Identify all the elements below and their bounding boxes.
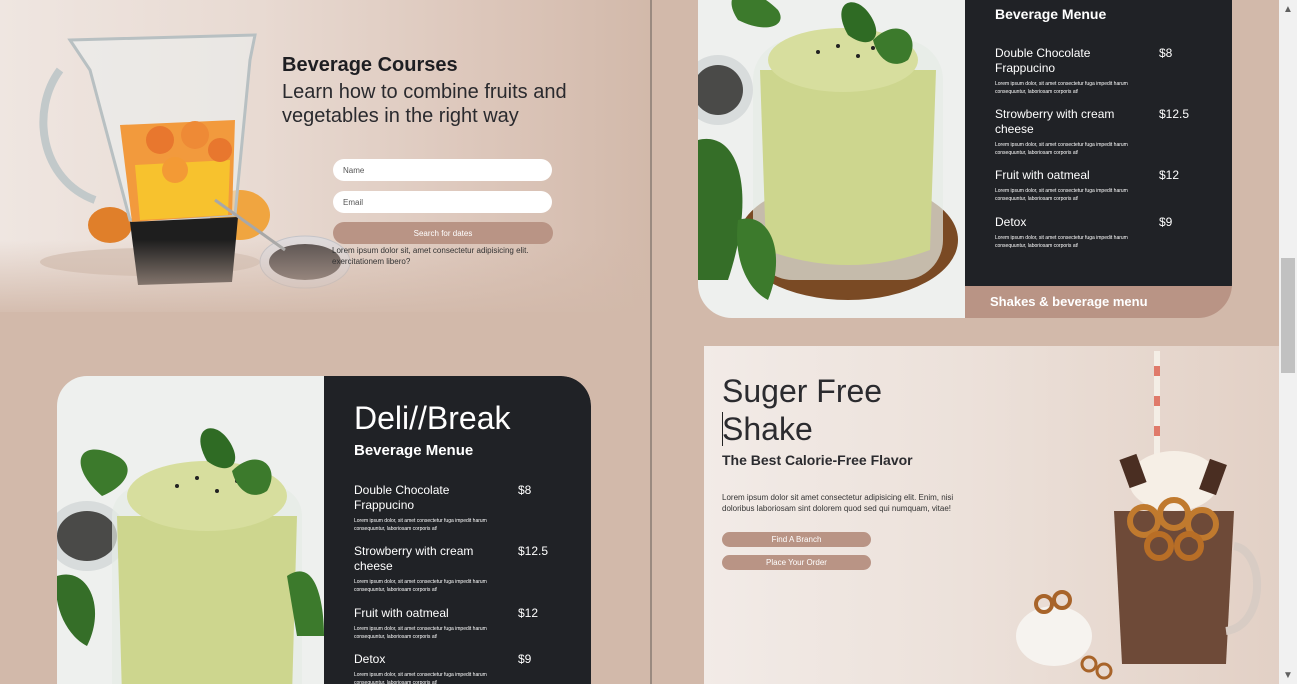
menu-heading: Beverage Menue bbox=[995, 6, 1107, 22]
menu-item: Detox $9 Lorem ipsum dolor, sit amet con… bbox=[995, 215, 1172, 250]
email-input[interactable] bbox=[333, 191, 552, 213]
menu-item-desc: Lorem ipsum dolor, sit amet consectetur … bbox=[354, 579, 487, 593]
menu-item-name: Fruit with oatmeal bbox=[354, 606, 449, 620]
shake-description: Lorem ipsum dolor sit amet consectetur a… bbox=[722, 493, 954, 513]
menu-item-price: $12 bbox=[518, 606, 539, 620]
menu-list-right: Double Chocolate Frappucino $8 Lorem ips… bbox=[995, 46, 1189, 250]
left-panel: Beverage Courses Learn how to combine fr… bbox=[0, 0, 650, 684]
name-input[interactable] bbox=[333, 159, 552, 181]
menu-item-desc: Lorem ipsum dolor, sit amet consectetur … bbox=[354, 518, 487, 532]
menu-panel-left: Deli//Break Beverage Menue Double Chocol… bbox=[324, 376, 591, 684]
menu-item-price: $8 bbox=[518, 483, 532, 497]
menu-card-right: Beverage Menue Double Chocolate Frappuci… bbox=[698, 0, 1232, 318]
scroll-thumb[interactable] bbox=[1281, 258, 1295, 373]
menu-item-desc: Lorem ipsum dolor, sit amet consectetur … bbox=[995, 235, 1128, 249]
menu-footer-bar: Shakes & beverage menu bbox=[965, 286, 1232, 318]
menu-item-price: $8 bbox=[1159, 46, 1173, 60]
page-root: Beverage Courses Learn how to combine fr… bbox=[0, 0, 1297, 684]
shake-subtitle: The Best Calorie-Free Flavor bbox=[722, 452, 913, 468]
menu-item: Double Chocolate Frappucino $8 Lorem ips… bbox=[995, 46, 1172, 107]
menu-item: Detox $9 Lorem ipsum dolor, sit amet con… bbox=[354, 652, 531, 684]
menu-item-name: Detox bbox=[354, 652, 386, 666]
scrollbar[interactable]: ▲ ▼ bbox=[1279, 0, 1297, 684]
right-panel: Beverage Menue Double Chocolate Frappuci… bbox=[652, 0, 1297, 684]
menu-item-desc: Lorem ipsum dolor, sit amet consectetur … bbox=[995, 188, 1128, 202]
menu-item: Strowberry with cream cheese $12.5 Lorem… bbox=[995, 107, 1189, 168]
find-branch-button[interactable]: Find A Branch bbox=[722, 532, 871, 547]
menu-list-left: Double Chocolate Frappucino $8 Lorem ips… bbox=[354, 483, 548, 684]
scroll-down-icon[interactable]: ▼ bbox=[1279, 666, 1297, 684]
hero-title: Beverage Courses bbox=[282, 54, 458, 76]
menu-item: Fruit with oatmeal $12 Lorem ipsum dolor… bbox=[995, 168, 1179, 215]
menu-item-desc: Lorem ipsum dolor, sit amet consectetur … bbox=[995, 81, 1128, 95]
menu-item: Fruit with oatmeal $12 Lorem ipsum dolor… bbox=[354, 606, 538, 652]
shake-title-line1: Suger Free bbox=[722, 373, 883, 409]
menu-item-desc: Lorem ipsum dolor, sit amet consectetur … bbox=[354, 626, 487, 640]
smoothie-image bbox=[698, 0, 965, 318]
menu-item-name: Double Chocolate Frappucino bbox=[995, 46, 1091, 75]
menu-card-left: Deli//Break Beverage Menue Double Chocol… bbox=[57, 376, 591, 684]
menu-item: Double Chocolate Frappucino $8 Lorem ips… bbox=[354, 483, 531, 544]
menu-item-name: Strowberry with cream cheese bbox=[995, 107, 1115, 136]
menu-heading: Beverage Menue bbox=[354, 442, 474, 459]
menu-item-price: $12.5 bbox=[518, 544, 549, 558]
hero-section: Beverage Courses Learn how to combine fr… bbox=[0, 0, 650, 320]
hero-fade bbox=[0, 240, 650, 320]
hero-subtitle: Learn how to combine fruits and vegetabl… bbox=[282, 81, 567, 127]
text-cursor bbox=[722, 412, 723, 446]
search-dates-button[interactable]: Search for dates bbox=[333, 222, 553, 244]
menu-item-price: $9 bbox=[1159, 215, 1173, 229]
hero-note: Lorem ipsum dolor sit, amet consectetur … bbox=[332, 246, 529, 266]
shake-section: Suger Free Shake The Best Calorie-Free F… bbox=[704, 346, 1284, 684]
milkshake-image bbox=[1016, 351, 1262, 680]
brand-title: Deli//Break bbox=[354, 400, 511, 436]
menu-footer-title: Shakes & beverage menu bbox=[990, 294, 1148, 309]
menu-item-price: $12 bbox=[1159, 168, 1180, 182]
menu-item-price: $12.5 bbox=[1159, 107, 1190, 121]
shake-title-line2: Shake bbox=[722, 411, 813, 447]
place-order-button[interactable]: Place Your Order bbox=[722, 555, 871, 570]
scroll-up-icon[interactable]: ▲ bbox=[1279, 0, 1297, 18]
menu-item-desc: Lorem ipsum dolor, sit amet consectetur … bbox=[995, 142, 1128, 156]
smoothie-image bbox=[57, 376, 324, 684]
menu-item-desc: Lorem ipsum dolor, sit amet consectetur … bbox=[354, 672, 487, 684]
menu-item-name: Double Chocolate Frappucino bbox=[354, 483, 450, 512]
menu-item-name: Detox bbox=[995, 215, 1027, 229]
shake-title: Suger Free Shake bbox=[722, 372, 922, 448]
menu-item-price: $9 bbox=[518, 652, 532, 666]
menu-item-name: Fruit with oatmeal bbox=[995, 168, 1090, 182]
menu-panel-right: Beverage Menue Double Chocolate Frappuci… bbox=[965, 0, 1232, 286]
menu-item-name: Strowberry with cream cheese bbox=[354, 544, 474, 573]
menu-item: Strowberry with cream cheese $12.5 Lorem… bbox=[354, 544, 548, 606]
